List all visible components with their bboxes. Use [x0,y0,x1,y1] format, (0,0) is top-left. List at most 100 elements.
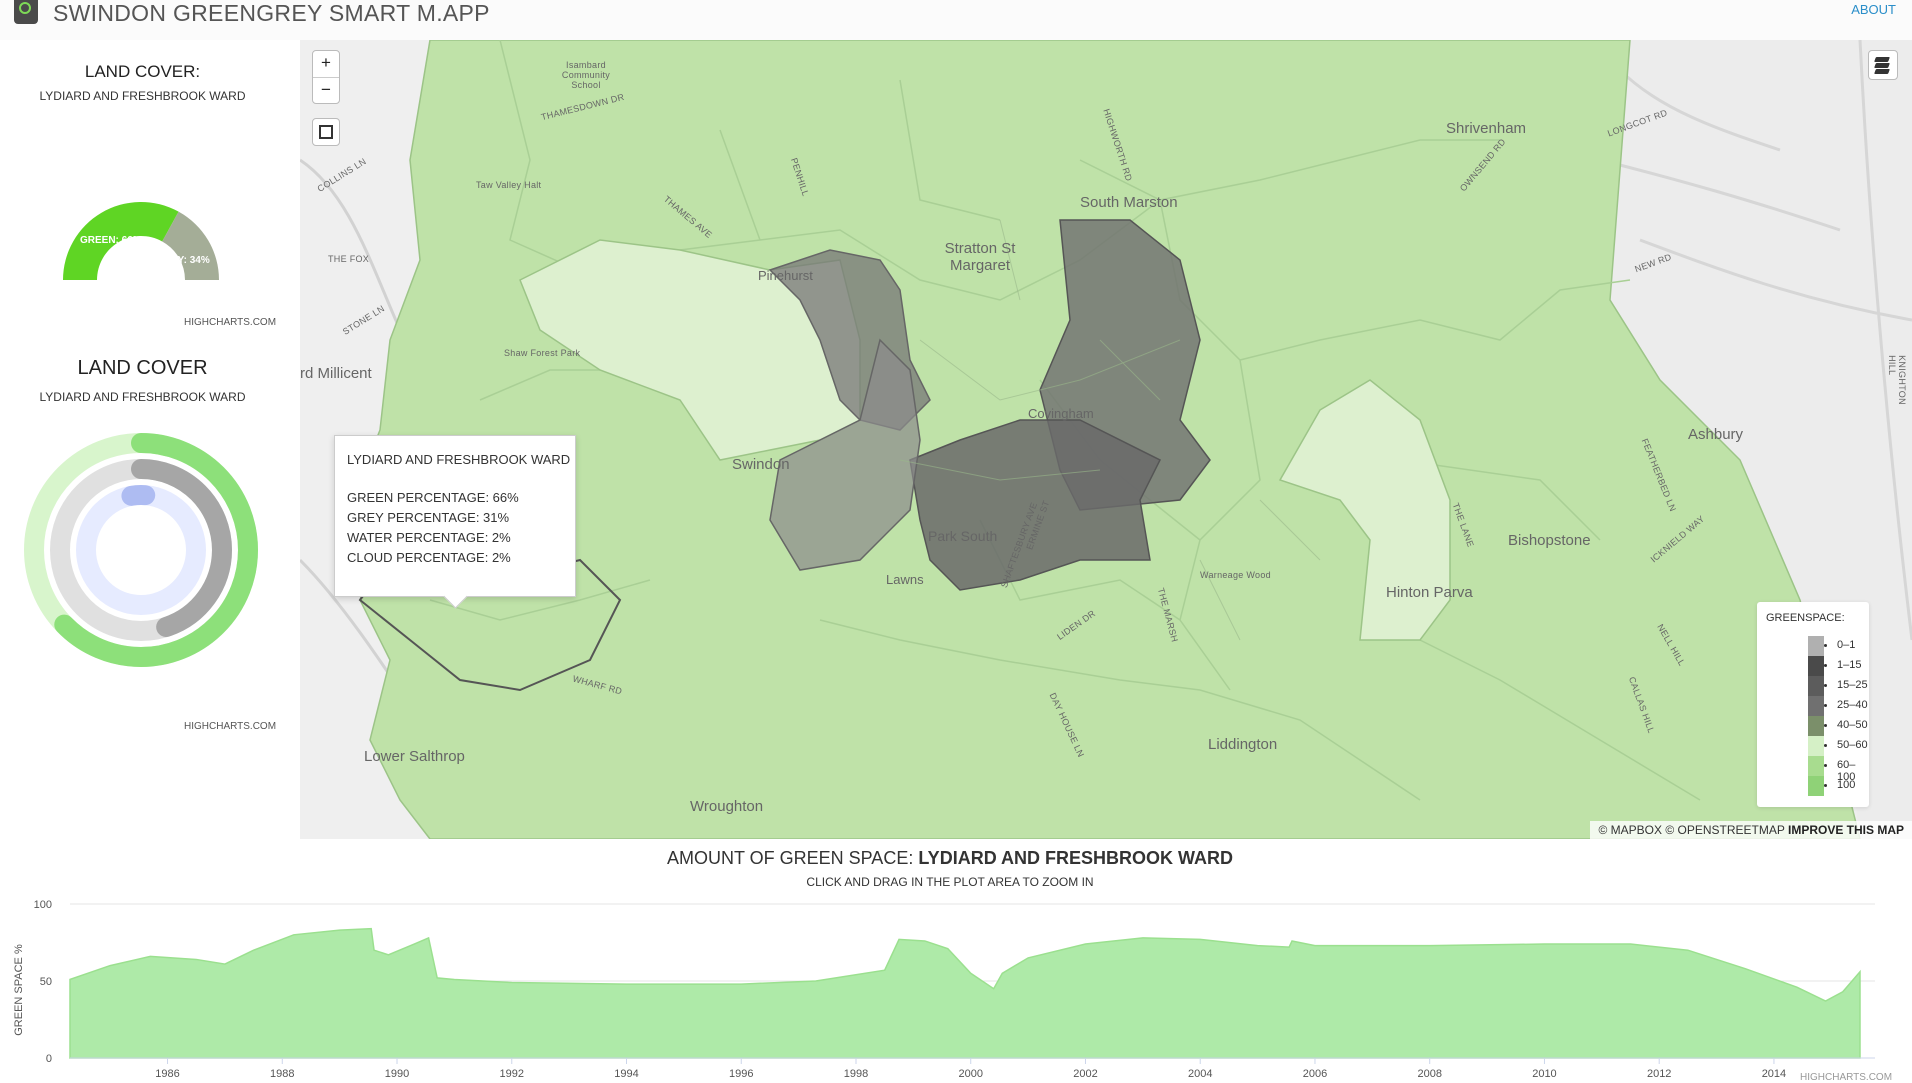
rings-subtitle: LYDIARD AND FRESHBROOK WARD [39,390,246,404]
app-title: SWINDON GREENGREY SMART M.APP [53,0,490,26]
place-label: Ashbury [1688,426,1744,443]
legend-title: GREENSPACE: [1766,612,1845,624]
place-label: Park South [928,528,998,544]
place-label: Lawns [886,572,924,587]
legend-label: 100 [1837,779,1856,791]
green-space-timeline-chart[interactable]: 0 50 100 GREEN SPACE % 1986 1988 1990 1992 1994 1… [0,890,1912,1082]
ring-center [103,512,179,588]
greenspace-legend: GREENSPACE: 0–1 1–15 15–25 25–40 40–50 5… [1757,602,1869,807]
zoom-out-button[interactable]: − [313,78,339,104]
legend-swatch [1808,676,1824,696]
x-tick-label: 2014 [1762,1068,1786,1080]
map-attribution: © MAPBOX © OPENSTREETMAP IMPROVE THIS MA… [1590,821,1912,839]
place-label: Liddington [1208,736,1278,753]
tooltip-title: LYDIARD AND FRESHBROOK WARD [347,452,571,467]
road-label: Taw Valley Halt [476,180,542,190]
gauge-grey-label: GREY: 34% [156,255,210,266]
legend-swatch [1808,636,1824,656]
x-tick-label: 1990 [385,1068,409,1080]
legend-swatch [1808,756,1824,776]
legend-swatch [1808,776,1824,796]
place-label: Shrivenham [1446,120,1527,137]
rings-title: LAND COVER [77,357,208,379]
road-label: THE FOX [328,254,370,264]
x-tick-label: 2012 [1647,1068,1671,1080]
legend-dot [1824,684,1827,687]
about-link[interactable]: ABOUT [1851,2,1896,17]
layers-button[interactable] [1868,50,1898,80]
fullscreen-button[interactable] [312,118,340,146]
timeline-title-prefix: AMOUNT OF GREEN SPACE: [666,848,914,868]
legend-swatch [1808,656,1824,676]
ward-tooltip: LYDIARD AND FRESHBROOK WARD GREEN PERCEN… [334,435,576,597]
legend-item: 60–100 [1757,756,1869,783]
legend-label: 1–15 [1837,659,1862,671]
y-axis-label: GREEN SPACE % [13,944,25,1036]
legend-label: 15–25 [1837,679,1868,691]
place-label: Pinehurst [758,268,813,283]
rings-credit[interactable]: HIGHCHARTS.COM [184,721,276,732]
land-cover-gauge: GREEN: 66% GREY: 34% [63,202,219,280]
map-view[interactable]: Shrivenham South Marston Stratton St Mar… [300,40,1912,839]
timeline-title-ward: LYDIARD AND FRESHBROOK WARD [918,848,1234,868]
zoom-in-button[interactable]: + [313,51,339,78]
legend-swatch [1808,736,1824,756]
legend-swatch [1808,696,1824,716]
gauge-credit[interactable]: HIGHCHARTS.COM [184,317,276,328]
legend-dot [1824,724,1827,727]
legend-dot [1824,644,1827,647]
x-tick-label: 1994 [614,1068,638,1080]
tooltip-line: WATER PERCENTAGE: 2% [347,530,511,545]
legend-dot [1824,704,1827,707]
legend-label: 40–50 [1837,719,1868,731]
place-label: South Marston [1080,194,1178,211]
y-tick-label: 0 [46,1053,52,1065]
x-tick-label: 2008 [1417,1068,1441,1080]
road-label: KNIGHTON HILL [1886,355,1907,405]
legend-item: 50–60 [1757,736,1869,756]
x-tick-label: 1988 [270,1068,294,1080]
legend-dot [1824,784,1827,787]
improve-map-link[interactable]: IMPROVE THIS MAP [1788,823,1904,837]
timeline-subtitle: CLICK AND DRAG IN THE PLOT AREA TO ZOOM … [806,875,1094,889]
tooltip-line: CLOUD PERCENTAGE: 2% [347,550,511,565]
legend-label: 50–60 [1837,739,1868,751]
place-label: Hinton Parva [1386,584,1473,601]
x-tick-label: 2002 [1073,1068,1097,1080]
legend-label: 0–1 [1837,639,1856,651]
left-panel: LAND COVER: LYDIARD AND FRESHBROOK WARD … [0,40,300,840]
place-label: Swindon [732,456,790,473]
tooltip-line: GREY PERCENTAGE: 31% [347,510,510,525]
timeline-credit[interactable]: HIGHCHARTS.COM [1800,1072,1892,1083]
x-tick-label: 2010 [1532,1068,1556,1080]
legend-item: 0–1 [1757,636,1869,656]
place-label: Lower Salthrop [364,748,465,765]
gauge-subtitle: LYDIARD AND FRESHBROOK WARD [39,89,246,103]
x-tick-label: 2000 [958,1068,982,1080]
legend-dot [1824,764,1827,767]
legend-swatch [1808,716,1824,736]
road-label: Warneage Wood [1200,570,1271,580]
x-tick-label: 1992 [500,1068,524,1080]
legend-item: 15–25 [1757,676,1869,696]
legend-label: 25–40 [1837,699,1868,711]
green-space-area[interactable] [69,927,1861,1059]
place-label: rd Millicent [300,365,372,382]
road-label: Isambard Community School [561,60,611,90]
gauge-title: LAND COVER: [84,62,201,81]
app-logo-icon[interactable] [14,0,38,24]
legend-item: 100 [1757,776,1869,796]
legend-dot [1824,664,1827,667]
top-bar: SWINDON GREENGREY SMART M.APP ABOUT [0,0,1912,41]
land-cover-rings [24,433,258,667]
tooltip-line: GREEN PERCENTAGE: 66% [347,490,519,505]
timeline-title: AMOUNT OF GREEN SPACE: LYDIARD AND FRESH… [0,848,1900,869]
y-tick-label: 50 [40,976,52,988]
legend-item: 1–15 [1757,656,1869,676]
place-label: Covingham [1028,406,1094,421]
y-tick-label: 100 [34,899,52,911]
place-label: Stratton St Margaret [944,240,1016,274]
x-tick-label: 1996 [729,1068,753,1080]
road-label: Shaw Forest Park [504,348,581,358]
place-label: Bishopstone [1508,532,1591,549]
